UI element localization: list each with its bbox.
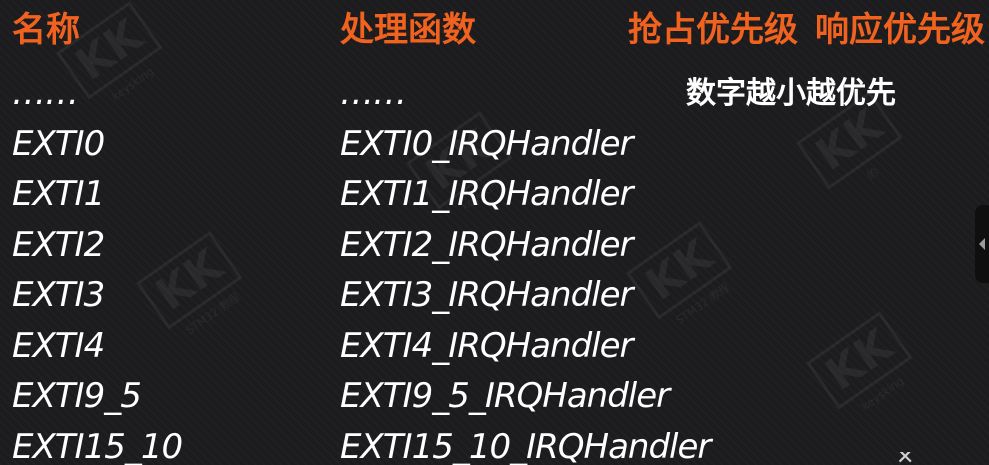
watermark-text: 的 [864,165,882,183]
table-cell-handler: EXTI9_5_IRQHandler [340,376,670,416]
table-cell-handler: …… [340,73,407,113]
table-cell-name: EXTI2 [12,224,105,265]
table-cell-handler: EXTI15_10_IRQHandler [340,426,711,465]
table-cell-name: EXTI0 [12,123,105,164]
handler-column: …… EXTI0_IRQHandler EXTI1_IRQHandler EXT… [340,68,711,465]
watermark-text: STM32 教程 [183,290,243,338]
table-cell-name: EXTI1 [12,174,105,214]
table-cell-name: EXTI9_5 [12,376,142,416]
table-cell-name: EXTI15_10 [12,426,183,465]
table-cell-handler: EXTI4_IRQHandler [340,325,634,366]
chevron-left-icon[interactable] [975,205,989,283]
header-name: 名称 [12,10,80,50]
table-cell-handler: EXTI0_IRQHandler [340,123,634,164]
table-cell-handler: EXTI3_IRQHandler [340,275,634,315]
header-preempt-priority: 抢占优先级 [628,10,798,50]
table-cell-name: EXTI4 [12,325,105,366]
watermark-text: keysking [859,374,907,414]
table-cell-name: …… [12,73,79,113]
watermark: KK keysking [806,311,924,426]
table-cell-handler: EXTI2_IRQHandler [340,224,634,265]
close-icon[interactable]: ✕ [896,452,926,465]
watermark-logo: KK [806,311,913,410]
header-handler: 处理函数 [340,10,476,50]
priority-note: 数字越小越优先 [686,76,896,111]
name-column: …… EXTI0 EXTI1 EXTI2 EXTI3 EXTI4 EXTI9_5… [12,68,183,465]
table-cell-handler: EXTI1_IRQHandler [340,174,634,214]
header-response-priority: 响应优先级 [815,10,985,50]
slide: KK keysking KK STM32 教程 KK keysking KK S… [0,0,989,465]
table-cell-name: EXTI3 [12,275,105,315]
